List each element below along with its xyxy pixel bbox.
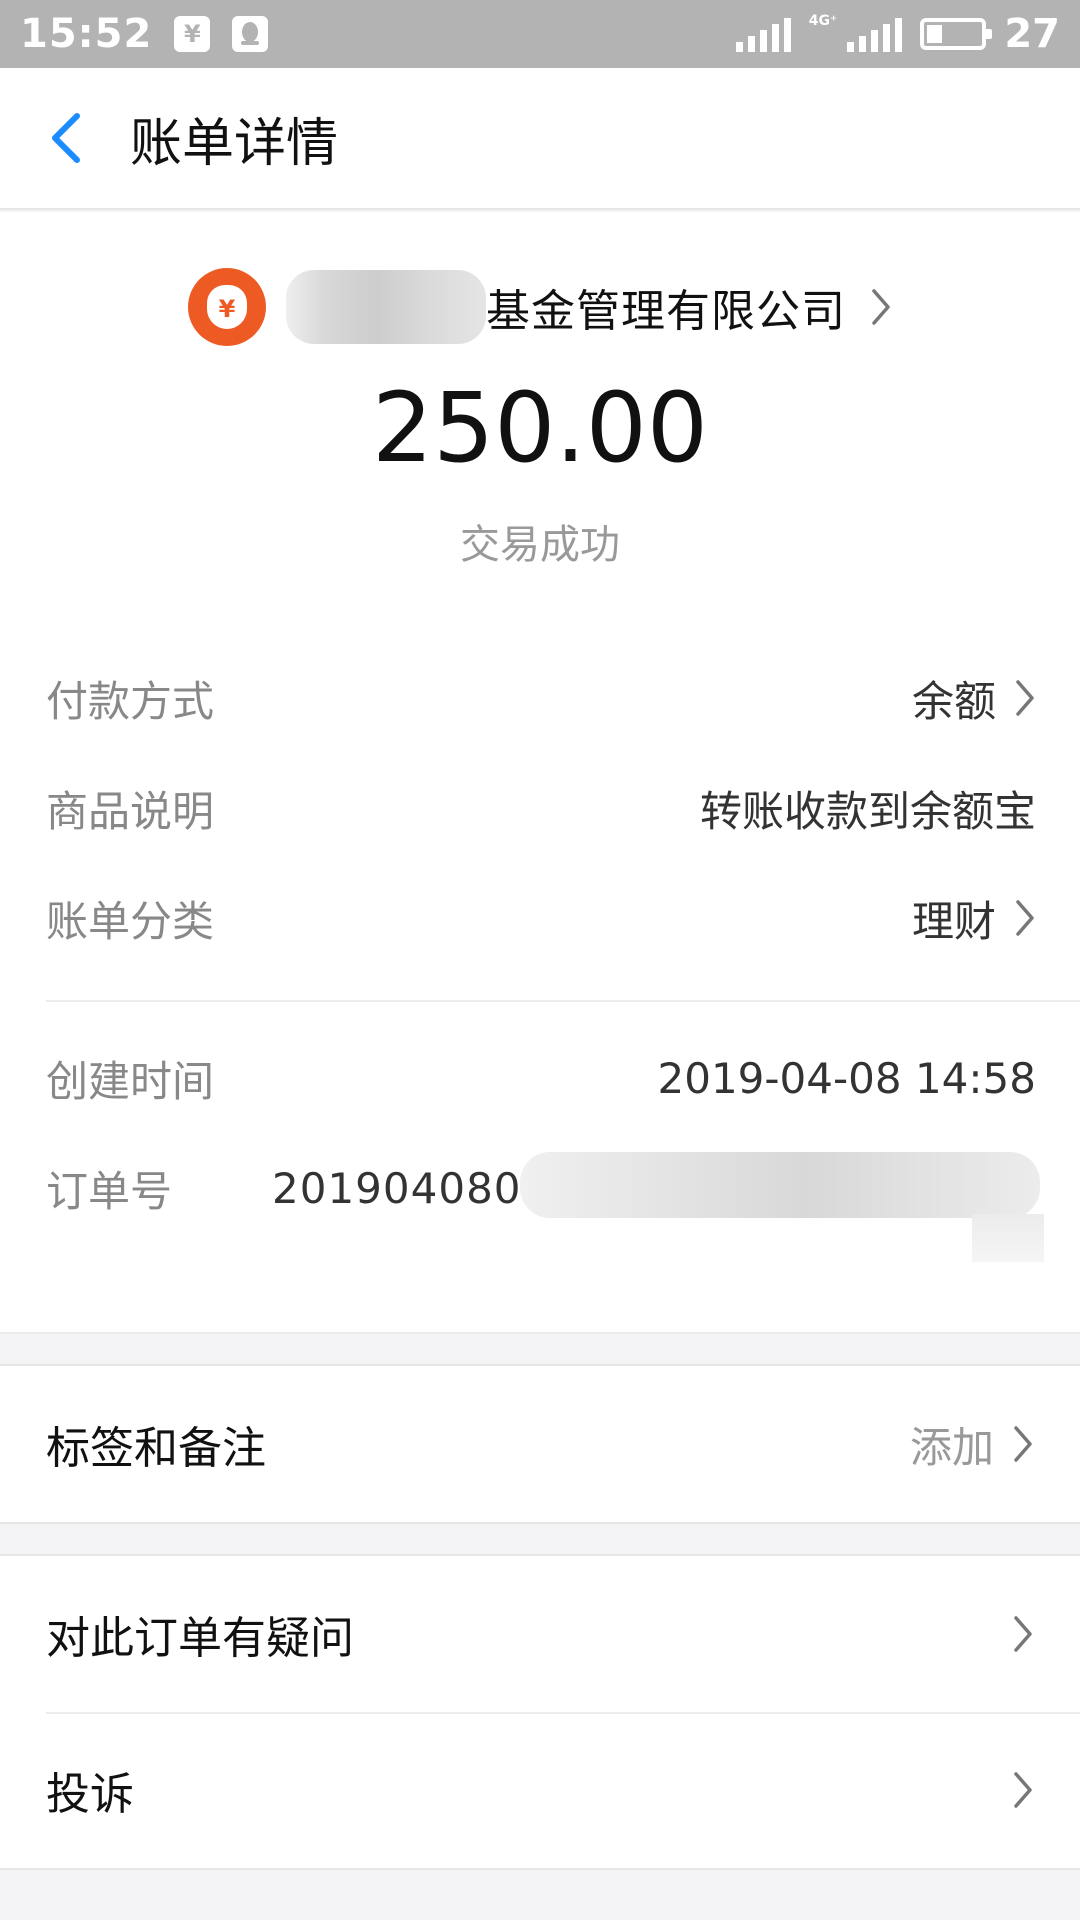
back-button[interactable] — [0, 67, 130, 209]
status-right: 4G⁺ 27 — [735, 11, 1060, 57]
detail-row-bill-category[interactable]: 账单分类 理财 — [46, 878, 1036, 958]
chevron-right-icon — [1014, 1426, 1032, 1462]
battery-fill — [927, 25, 943, 43]
complaint-label: 投诉 — [46, 1769, 134, 1820]
transaction-status: 交易成功 — [460, 522, 620, 568]
security-shield-icon: ¥ — [174, 16, 211, 52]
merchant-row[interactable]: ¥ 基金管理有限公司 — [0, 252, 1080, 362]
chevron-right-icon — [1014, 1616, 1032, 1652]
complaint-action — [994, 1770, 1034, 1810]
nav-bar: 账单详情 — [0, 68, 1080, 210]
signal-icon — [735, 16, 791, 52]
page-title: 账单详情 — [130, 113, 339, 174]
detail-value: 理财 — [912, 888, 1036, 949]
complaint-row[interactable]: 投诉 — [0, 1712, 1080, 1868]
signal-4g-icon — [847, 16, 903, 52]
divider — [46, 1000, 1080, 1002]
money-bag-glyph: ¥ — [218, 295, 236, 323]
redacted-order-number — [520, 1152, 1040, 1218]
chevron-right-icon — [872, 289, 890, 325]
tags-and-notes-row[interactable]: 标签和备注 添加 — [0, 1366, 1080, 1522]
qq-notification-icon — [232, 16, 269, 52]
tags-label: 标签和备注 — [46, 1423, 266, 1474]
redacted-order-number-tail — [972, 1214, 1044, 1262]
status-bar: 15:52 ¥ 4G⁺ 27 — [0, 0, 1080, 68]
status-time: 15:52 — [20, 11, 153, 57]
question-order-action — [994, 1614, 1034, 1654]
battery-percent: 27 — [1004, 11, 1060, 57]
chevron-right-icon — [1016, 900, 1034, 936]
redacted-merchant-name — [286, 270, 486, 344]
bill-category-value: 理财 — [911, 896, 996, 946]
question-order-label: 对此订单有疑问 — [46, 1613, 354, 1664]
battery-icon — [920, 18, 993, 50]
order-number-value: 2019040800 — [272, 1163, 550, 1213]
add-tag-label: 添加 — [909, 1422, 994, 1472]
detail-value: 余额 — [912, 668, 1036, 729]
detail-value: 转账收款到余额宝 — [699, 786, 1036, 836]
detail-row-payment-method[interactable]: 付款方式 余额 — [46, 658, 1036, 738]
detail-row-created-time: 创建时间 2019-04-08 14:58 — [46, 1038, 1036, 1118]
payment-method-value: 余额 — [911, 676, 996, 726]
tags-action: 添加 — [910, 1414, 1034, 1475]
detail-label: 付款方式 — [46, 676, 215, 726]
bill-summary-card: ¥ 基金管理有限公司 250.00 交易成功 付款方式 余额 商品说明 转账收款… — [0, 212, 1080, 1334]
question-order-row[interactable]: 对此订单有疑问 — [0, 1556, 1080, 1712]
chevron-left-icon — [52, 113, 80, 163]
detail-label: 商品说明 — [46, 786, 215, 836]
tags-section: 标签和备注 添加 — [0, 1364, 1080, 1524]
transaction-amount: 250.00 — [372, 372, 708, 484]
merchant-logo: ¥ — [188, 268, 266, 346]
shield-glyph: ¥ — [183, 20, 201, 48]
chevron-right-icon — [1014, 1772, 1032, 1808]
detail-label: 订单号 — [46, 1166, 173, 1216]
actions-section: 对此订单有疑问 投诉 — [0, 1554, 1080, 1870]
network-type: 4G⁺ — [808, 13, 838, 29]
chevron-right-icon — [1016, 680, 1034, 716]
detail-label: 创建时间 — [46, 1056, 215, 1106]
money-bag-icon: ¥ — [207, 285, 247, 329]
detail-row-product-description: 商品说明 转账收款到余额宝 — [46, 768, 1036, 848]
detail-value: 2019-04-08 14:58 — [657, 1053, 1036, 1103]
detail-label: 账单分类 — [46, 896, 215, 946]
merchant-name: 基金管理有限公司 — [486, 286, 846, 337]
